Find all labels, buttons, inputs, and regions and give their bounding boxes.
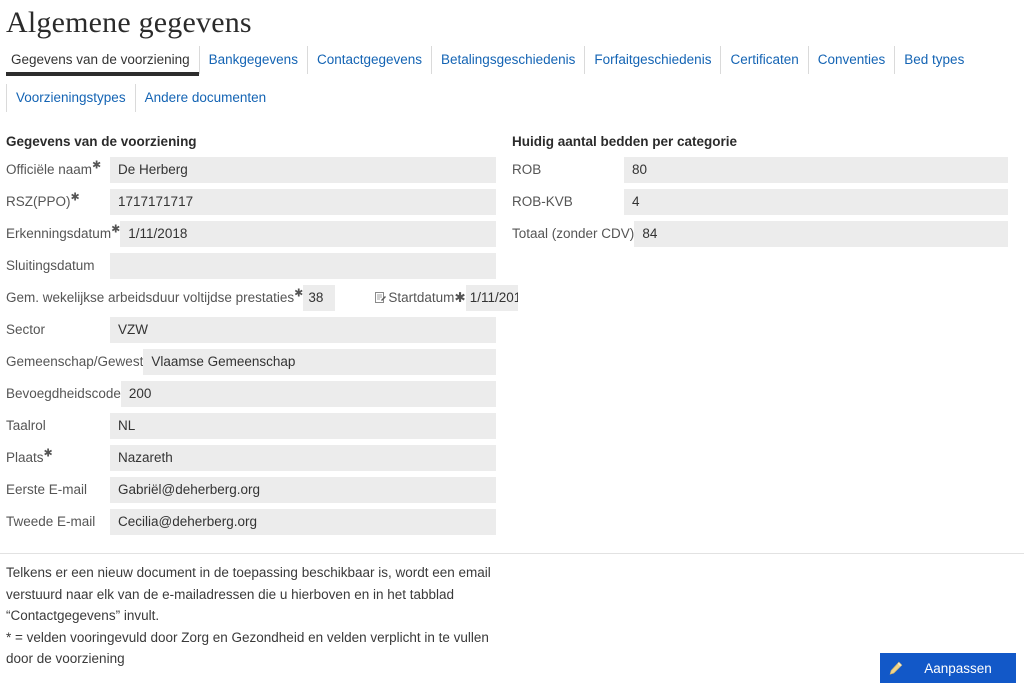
note-line-2: verstuurd naar elk van de e-mailadressen…: [6, 586, 455, 602]
value-sluitingsdatum[interactable]: [110, 253, 496, 279]
tab-bar: Gegevens van de voorziening Bankgegevens…: [0, 46, 1024, 112]
field-row-erkenningsdatum: Erkenningsdatum✱ 1/11/2018: [0, 221, 496, 247]
label-plaats: Plaats✱: [6, 447, 53, 465]
pencil-icon: [880, 661, 910, 676]
field-row-officiele-naam: Officiële naam✱ De Herberg: [0, 157, 496, 183]
label-arbeidsduur: Gem. wekelijkse arbeidsduur voltijdse pr…: [6, 287, 304, 305]
field-row-rsz-ppo: RSZ(PPO)✱ 1717171717: [0, 189, 496, 215]
value-arbeidsduur[interactable]: 38: [303, 285, 336, 311]
label-officiele-naam: Officiële naam✱: [6, 159, 102, 177]
field-row-rob: ROB 80: [512, 157, 1008, 183]
facility-details-panel: Gegevens van de voorziening Officiële na…: [0, 134, 518, 541]
label-tweede-email: Tweede E-mail: [6, 514, 96, 529]
value-rsz-ppo[interactable]: 1717171717: [110, 189, 496, 215]
field-row-sluitingsdatum: Sluitingsdatum: [0, 253, 496, 279]
label-gemeenschap-gewest: Gemeenschap/Gewest: [6, 354, 144, 369]
value-startdatum[interactable]: 1/11/2018: [465, 285, 518, 311]
tab-contactgegevens[interactable]: Contactgegevens: [306, 46, 431, 74]
field-row-arbeidsduur: Gem. wekelijkse arbeidsduur voltijdse pr…: [0, 285, 518, 311]
tab-bed-types[interactable]: Bed types: [894, 46, 973, 74]
field-row-plaats: Plaats✱ Nazareth: [0, 445, 496, 471]
value-taalrol[interactable]: NL: [110, 413, 496, 439]
field-row-eerste-email: Eerste E-mail Gabriël@deherberg.org: [0, 477, 496, 503]
note-line-1: Telkens er een nieuw document in de toep…: [6, 565, 491, 580]
value-plaats[interactable]: Nazareth: [110, 445, 496, 471]
aanpassen-button[interactable]: Aanpassen: [880, 653, 1016, 683]
field-row-gemeenschap-gewest: Gemeenschap/Gewest Vlaamse Gemeenschap: [0, 349, 496, 375]
field-row-bevoegdheidscode: Bevoegdheidscode 200: [0, 381, 496, 407]
tab-andere-documenten[interactable]: Andere documenten: [134, 84, 276, 112]
aanpassen-button-label: Aanpassen: [924, 660, 992, 676]
tab-gegevens-van-de-voorziening[interactable]: Gegevens van de voorziening: [6, 46, 199, 74]
tab-conventies[interactable]: Conventies: [807, 46, 895, 74]
bed-counts-panel: Huidig aantal bedden per categorie ROB 8…: [496, 134, 1008, 253]
label-eerste-email: Eerste E-mail: [6, 482, 88, 497]
tab-row-primary: Gegevens van de voorziening Bankgegevens…: [6, 46, 1024, 74]
note-line-3: “Contactgegevens” invult.: [6, 608, 160, 623]
label-erkenningsdatum: Erkenningsdatum✱: [6, 223, 121, 241]
label-rob: ROB: [512, 162, 542, 177]
note-line-4: * = velden vooringevuld door Zorg en Gez…: [6, 629, 489, 645]
document-icon: [375, 292, 387, 304]
value-tweede-email[interactable]: Cecilia@deherberg.org: [110, 509, 496, 535]
field-row-tweede-email: Tweede E-mail Cecilia@deherberg.org: [0, 509, 496, 535]
tab-voorzieningstypes[interactable]: Voorzieningstypes: [6, 84, 135, 112]
label-taalrol: Taalrol: [6, 418, 46, 433]
field-row-rob-kvb: ROB-KVB 4: [512, 189, 1008, 215]
label-totaal: Totaal (zonder CDV): [512, 226, 635, 241]
action-bar: Aanpassen: [880, 653, 1016, 683]
value-bevoegdheidscode[interactable]: 200: [120, 381, 496, 407]
label-bevoegdheidscode: Bevoegdheidscode: [6, 386, 121, 401]
tab-bankgegevens[interactable]: Bankgegevens: [198, 46, 307, 74]
field-row-totaal: Totaal (zonder CDV) 84: [512, 221, 1008, 247]
label-sector: Sector: [6, 322, 46, 337]
value-eerste-email[interactable]: Gabriël@deherberg.org: [110, 477, 496, 503]
value-erkenningsdatum[interactable]: 1/11/2018: [120, 221, 496, 247]
label-rsz-ppo: RSZ(PPO)✱: [6, 191, 80, 209]
note-line-5: door de voorziening: [6, 651, 125, 666]
field-row-taalrol: Taalrol NL: [0, 413, 496, 439]
right-section-title: Huidig aantal bedden per categorie: [512, 134, 738, 149]
label-sluitingsdatum: Sluitingsdatum: [6, 258, 95, 273]
value-sector[interactable]: VZW: [110, 317, 496, 343]
compound-spacer: [335, 285, 375, 311]
page-title: Algemene gegevens: [6, 6, 252, 39]
content-area: Gegevens van de voorziening Officiële na…: [0, 134, 1024, 541]
value-totaal[interactable]: 84: [634, 221, 1008, 247]
field-row-sector: Sector VZW: [0, 317, 496, 343]
label-rob-kvb: ROB-KVB: [512, 194, 573, 209]
value-officiele-naam[interactable]: De Herberg: [110, 157, 496, 183]
value-rob-kvb[interactable]: 4: [624, 189, 1008, 215]
left-section-title: Gegevens van de voorziening: [6, 134, 197, 149]
tab-betalingsgeschiedenis[interactable]: Betalingsgeschiedenis: [431, 46, 584, 74]
value-rob[interactable]: 80: [624, 157, 1008, 183]
tab-forfaitgeschiedenis[interactable]: Forfaitgeschiedenis: [584, 46, 720, 74]
value-gemeenschap-gewest[interactable]: Vlaamse Gemeenschap: [143, 349, 496, 375]
tab-row-secondary: Voorzieningstypes Andere documenten: [6, 84, 1024, 112]
label-startdatum: Startdatum ✱: [375, 285, 466, 311]
tab-certificaten[interactable]: Certificaten: [720, 46, 807, 74]
footer-note: Telkens er een nieuw document in de toep…: [0, 554, 572, 670]
